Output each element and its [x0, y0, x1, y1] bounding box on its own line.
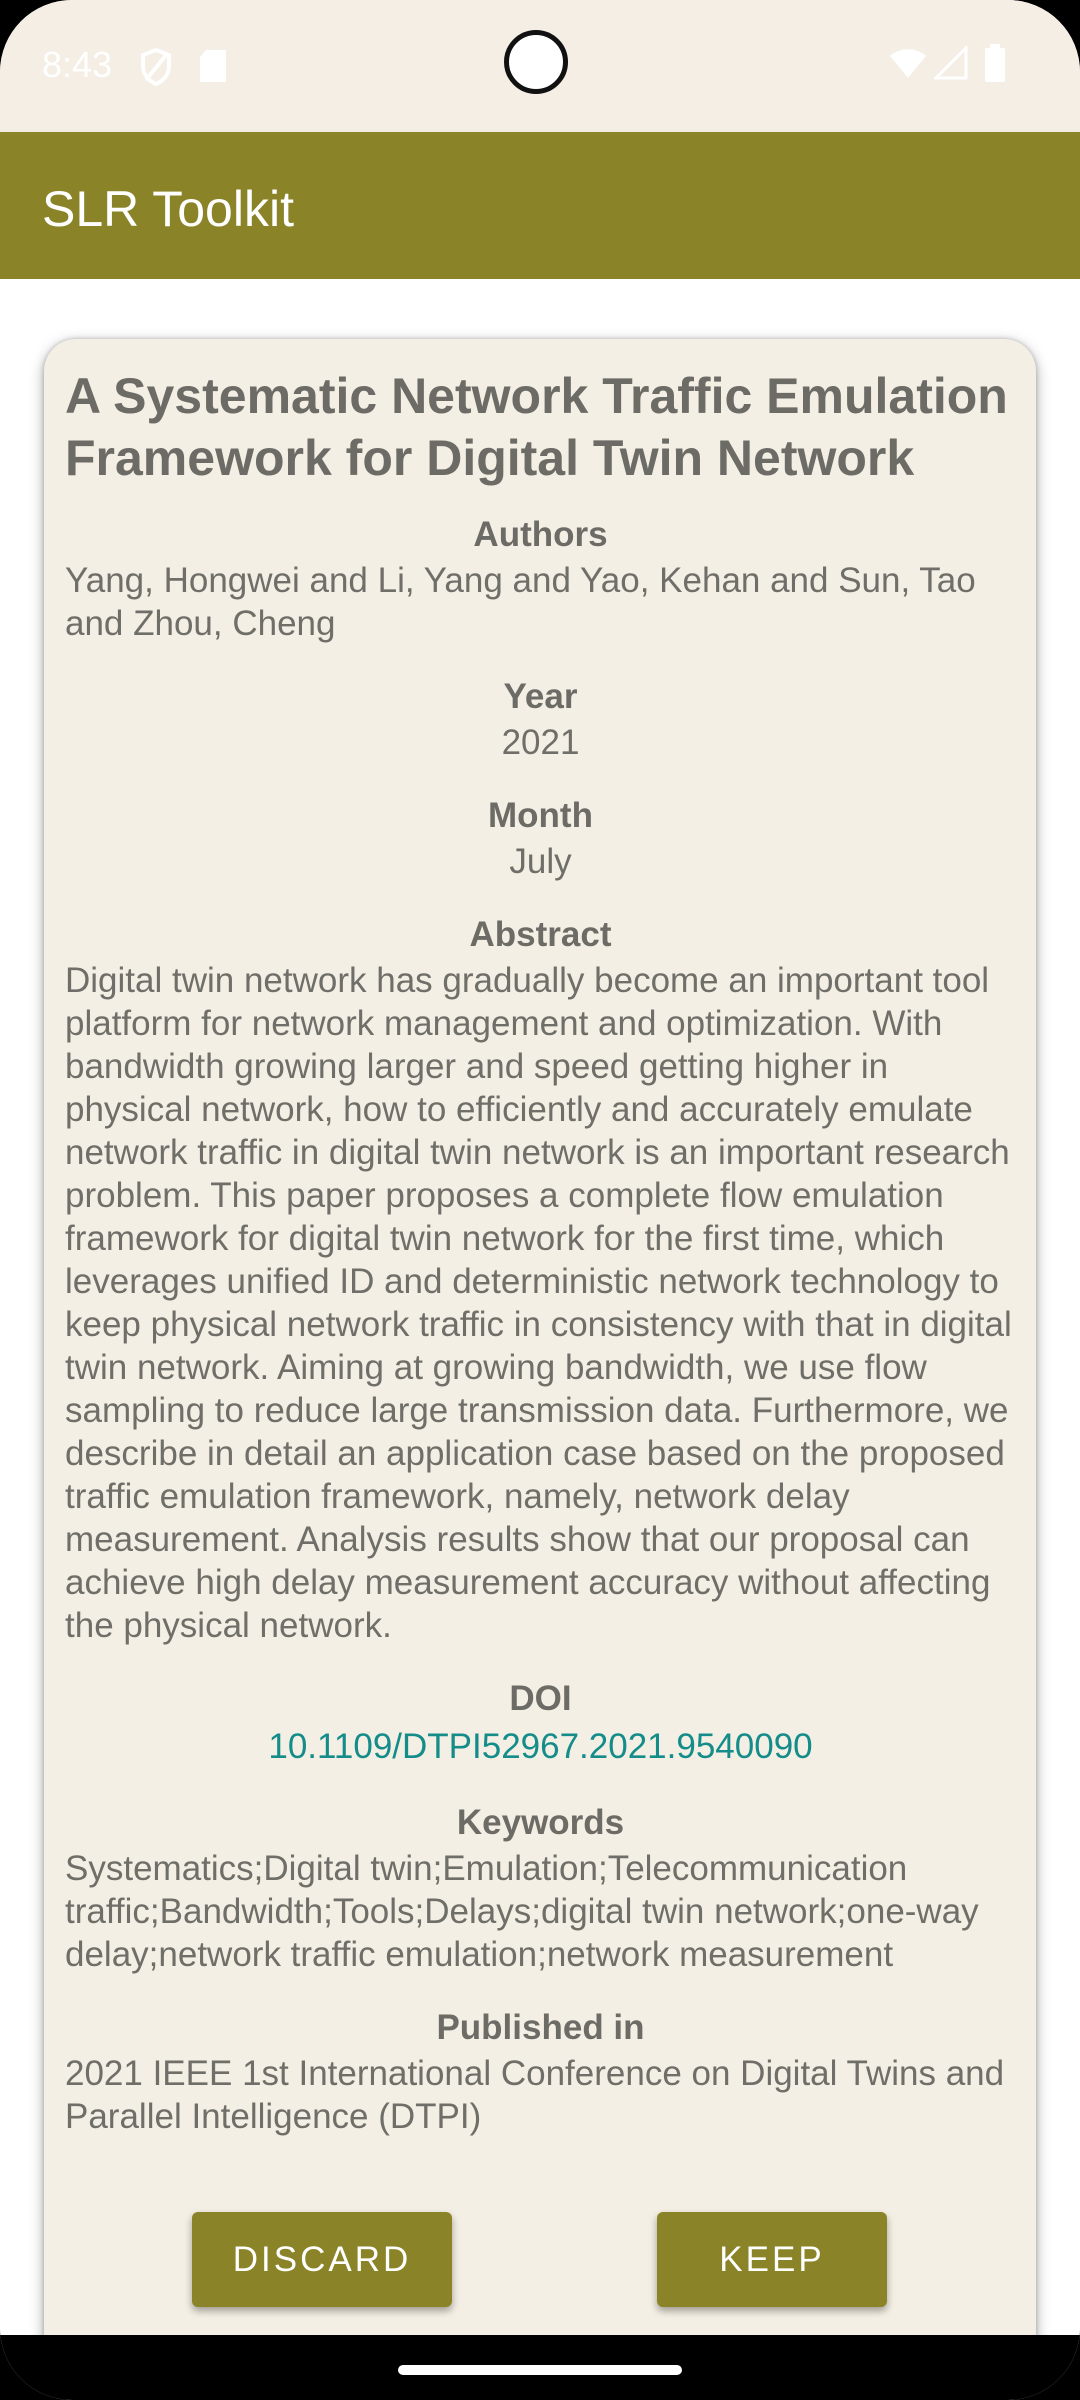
- keywords-label: Keywords: [456, 1803, 625, 1842]
- month-label: Month: [488, 796, 593, 835]
- wifi-icon: [888, 46, 928, 84]
- published-in-value: 2021 IEEE 1st International Conference o…: [65, 2054, 1005, 2136]
- authors-label: Authors: [473, 515, 608, 554]
- doi-link[interactable]: 10.1109/DTPI52967.2021.9540090: [65, 1723, 1016, 1771]
- sd-card-icon: [198, 48, 228, 88]
- discard-button[interactable]: DISCARD: [192, 2212, 452, 2307]
- year-label: Year: [503, 677, 578, 716]
- month-value: July: [509, 842, 572, 881]
- published-in-label: Published in: [436, 2008, 645, 2047]
- front-camera-cutout: [504, 30, 568, 94]
- app-title: SLR Toolkit: [42, 181, 294, 237]
- status-bar: 8:43: [0, 0, 1080, 132]
- content-scroll-area[interactable]: A Systematic Network Traffic Emulation F…: [0, 279, 1080, 2335]
- keep-button[interactable]: KEEP: [657, 2212, 887, 2307]
- keywords-value: Systematics;Digital twin;Emulation;Telec…: [65, 1849, 979, 1974]
- status-time: 8:43: [42, 44, 113, 85]
- year-value: 2021: [501, 723, 580, 762]
- home-gesture-handle[interactable]: [398, 2365, 682, 2375]
- shield-icon: [140, 47, 172, 90]
- doi-label: DOI: [509, 1679, 572, 1718]
- abstract-value: Digital twin network has gradually becom…: [65, 961, 1012, 1645]
- app-bar: SLR Toolkit: [0, 132, 1080, 279]
- phone-screen: 8:43 SLR Toolkit A Systematic Network Tr…: [0, 0, 1080, 2400]
- paper-title: A Systematic Network Traffic Emulation F…: [65, 368, 1008, 486]
- abstract-label: Abstract: [469, 915, 612, 954]
- cellular-signal-icon: [932, 44, 968, 84]
- authors-value: Yang, Hongwei and Li, Yang and Yao, Keha…: [65, 561, 976, 643]
- battery-icon: [984, 44, 1006, 86]
- paper-card[interactable]: A Systematic Network Traffic Emulation F…: [44, 339, 1036, 2335]
- navigation-bar: [0, 2335, 1080, 2400]
